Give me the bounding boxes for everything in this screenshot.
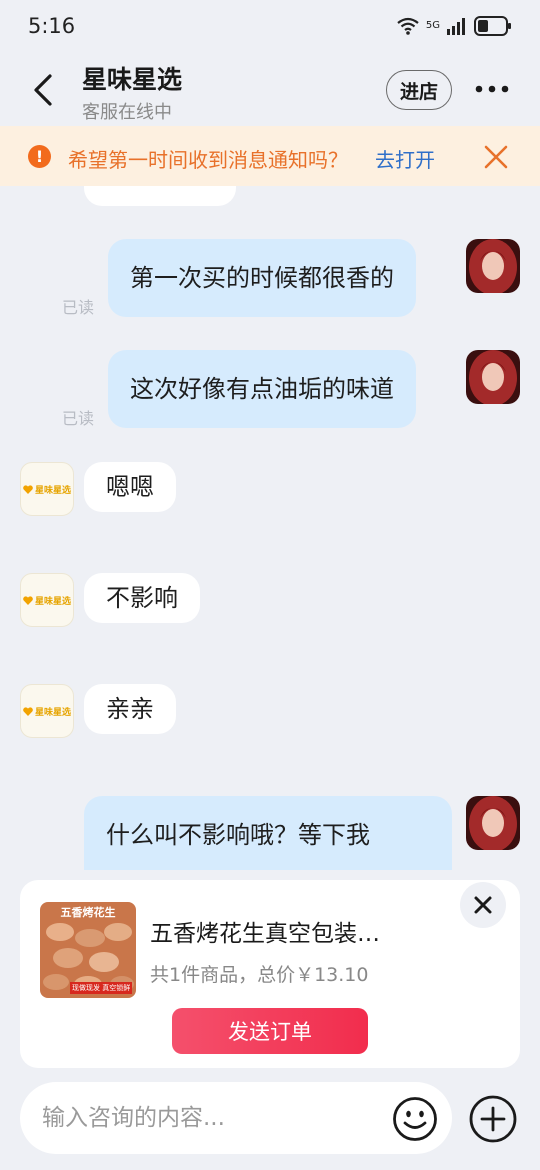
shop-name: 星味星选 [82, 65, 183, 94]
user-avatar[interactable] [466, 350, 520, 404]
message-input[interactable] [42, 1100, 382, 1136]
service-status: 客服在线中 [82, 102, 172, 123]
input-bar [20, 1082, 452, 1154]
shop-logo-text: 星味星选 [34, 707, 71, 718]
card-close-button[interactable] [460, 882, 506, 928]
more-options-icon[interactable] [474, 82, 510, 96]
order-card: 五香烤花生 现做现发 真空锁鲜 五香烤花生真空包装… 共1件商品，总价￥13.1… [20, 880, 520, 1068]
message-bubble[interactable]: 嗯嗯 [84, 462, 176, 512]
thumbnail-tag: 现做现发 真空锁鲜 [70, 982, 133, 994]
enter-shop-button[interactable]: 进店 [386, 70, 452, 110]
message-text: 这次好像有点油垢的味道 [130, 375, 394, 403]
shop-logo-text: 星味星选 [34, 596, 71, 607]
heart-icon [23, 706, 33, 716]
message-text: 第一次买的时候都很香的 [130, 264, 394, 292]
status-icons: 5G [396, 14, 512, 38]
message-bubble[interactable]: 第一次买的时候都很香的 [108, 239, 416, 317]
add-more-icon[interactable] [468, 1094, 518, 1144]
status-time: 5:16 [28, 14, 76, 38]
message-bubble-partial [84, 186, 236, 206]
read-status: 已读 [62, 298, 95, 317]
enable-notification-link[interactable]: 去打开 [375, 144, 435, 173]
chat-message-list[interactable]: 已读 第一次买的时候都很香的 已读 这次好像有点油垢的味道 星味星选 嗯嗯 星味… [0, 186, 540, 870]
send-order-button[interactable]: 发送订单 [172, 1008, 368, 1054]
network-label: 5G [425, 20, 440, 31]
shop-avatar[interactable]: 星味星选 [20, 573, 74, 627]
message-bubble[interactable]: 不影响 [84, 573, 200, 623]
message-text: 不影响 [106, 584, 178, 612]
message-bubble[interactable]: 这次好像有点油垢的味道 [108, 350, 416, 428]
shop-logo-text: 星味星选 [34, 485, 71, 496]
heart-icon [23, 484, 33, 494]
order-summary: 共1件商品，总价￥13.10 [150, 964, 369, 986]
message-bubble[interactable]: 什么叫不影响哦？等下我 [84, 796, 452, 870]
notification-text: 希望第一时间收到消息通知吗？ [68, 148, 348, 172]
user-avatar[interactable] [466, 796, 520, 850]
message-text: 嗯嗯 [106, 473, 154, 501]
wifi-icon [397, 17, 419, 35]
close-icon[interactable] [482, 143, 510, 171]
message-text: 什么叫不影响哦？等下我 [106, 821, 370, 849]
notification-banner: ! 希望第一时间收到消息通知吗？ 去打开 [0, 126, 540, 186]
signal-icon [447, 18, 465, 35]
user-avatar[interactable] [466, 239, 520, 293]
battery-icon [474, 16, 511, 36]
product-thumbnail[interactable]: 五香烤花生 现做现发 真空锁鲜 [40, 902, 136, 998]
close-icon [474, 896, 492, 914]
shop-avatar[interactable]: 星味星选 [20, 462, 74, 516]
chat-header: 星味星选 客服在线中 进店 [0, 52, 540, 126]
status-bar: 5:16 5G [0, 0, 540, 52]
emoji-icon[interactable] [392, 1096, 438, 1142]
shop-avatar[interactable]: 星味星选 [20, 684, 74, 738]
message-bubble[interactable]: 亲亲 [84, 684, 176, 734]
warning-icon: ! [28, 145, 51, 168]
back-arrow-icon[interactable] [26, 70, 62, 110]
read-status: 已读 [62, 409, 95, 428]
heart-icon [23, 595, 33, 605]
thumbnail-label: 五香烤花生 [60, 906, 116, 919]
message-text: 亲亲 [106, 695, 154, 723]
product-title[interactable]: 五香烤花生真空包装… [150, 914, 380, 948]
